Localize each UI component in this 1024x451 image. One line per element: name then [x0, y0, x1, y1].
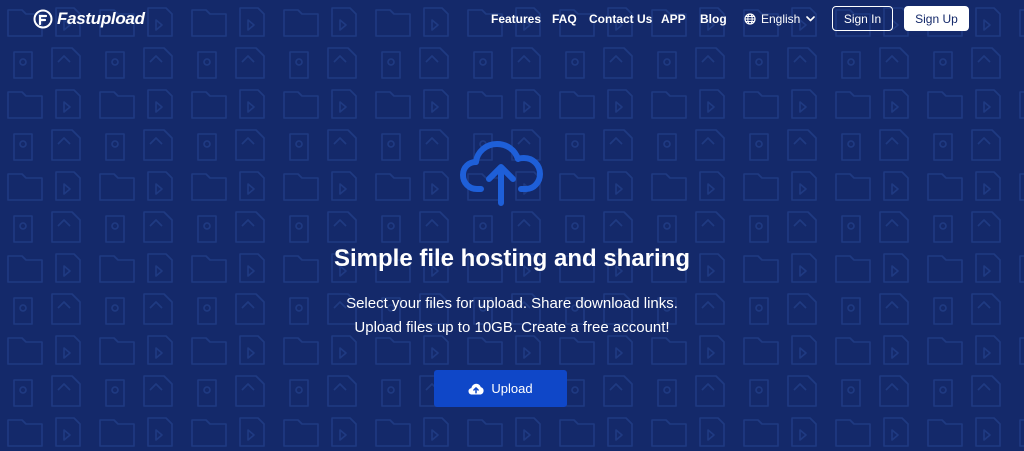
upload-button-label: Upload	[491, 381, 533, 396]
cloud-upload-small-icon	[468, 383, 484, 394]
nav-link-app[interactable]: APP	[661, 12, 686, 26]
chevron-down-icon	[806, 16, 816, 22]
fastupload-logo-icon	[33, 9, 53, 29]
sign-up-button[interactable]: Sign Up	[904, 6, 969, 31]
brand-name: Fastupload	[57, 9, 145, 28]
hero-title: Simple file hosting and sharing	[333, 245, 691, 272]
brand-logo[interactable]: Fastupload	[33, 8, 145, 30]
upload-button[interactable]: Upload	[434, 370, 567, 407]
language-selector[interactable]: English	[744, 11, 816, 27]
nav-link-blog[interactable]: Blog	[700, 12, 727, 26]
globe-icon	[744, 13, 756, 25]
hero-description-line-1: Select your files for upload. Share down…	[346, 295, 678, 312]
hero-description-line-2: Upload files up to 10GB. Create a free a…	[354, 319, 670, 336]
nav-link-faq[interactable]: FAQ	[552, 12, 577, 26]
sign-in-button[interactable]: Sign In	[832, 6, 893, 31]
cloud-upload-icon	[460, 141, 543, 206]
language-selected-label: English	[761, 12, 801, 26]
nav-link-contact-us[interactable]: Contact Us	[589, 12, 652, 26]
hero-description: Select your files for upload. Share down…	[0, 292, 1024, 340]
nav-link-features[interactable]: Features	[491, 12, 541, 26]
top-navigation-bar: Fastupload Features FAQ Contact Us APP B…	[0, 0, 1024, 38]
